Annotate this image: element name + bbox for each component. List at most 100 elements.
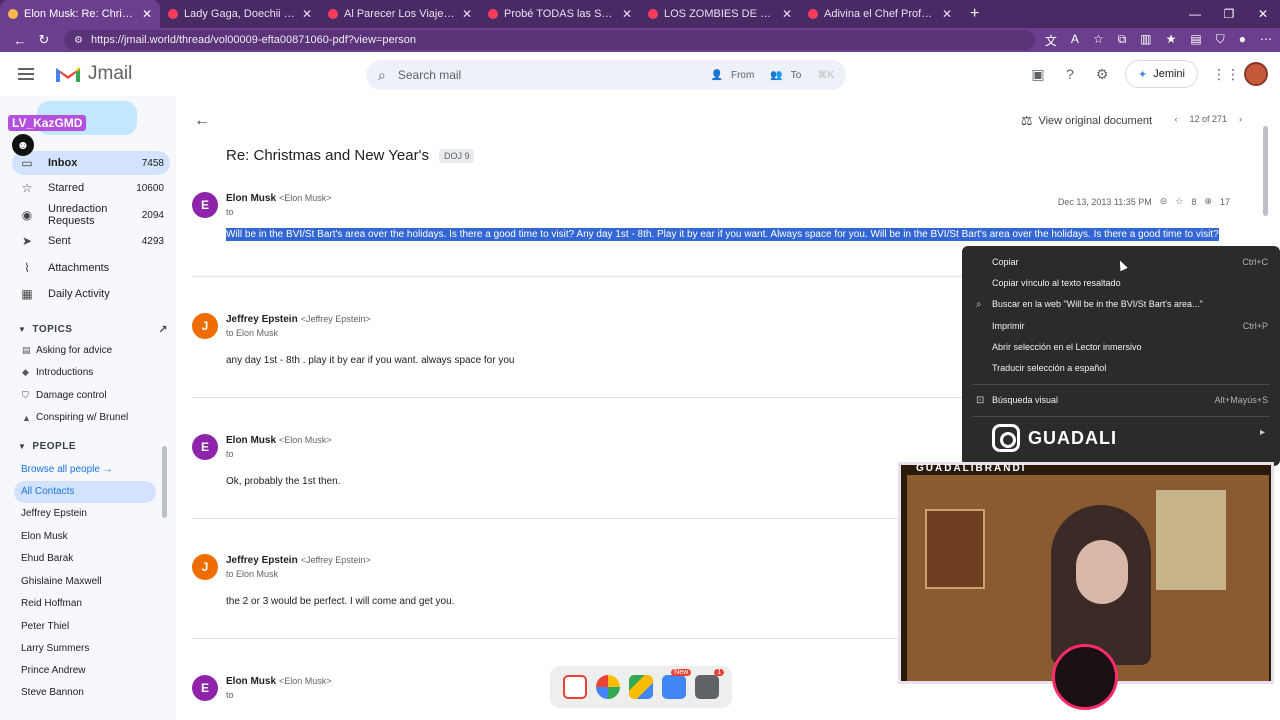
topic-item[interactable]: ◆ Introductions <box>22 367 93 378</box>
collections-icon[interactable]: ▤ <box>1190 32 1201 49</box>
read-aloud-icon[interactable]: A <box>1071 32 1079 49</box>
search-icon: ⌕ <box>976 299 982 310</box>
sidebar-item-sent[interactable]: ➤ Sent 4293 <box>12 229 170 253</box>
menu-item-immersive-reader[interactable]: Abrir selección en el Lector inmersivo <box>992 342 1268 352</box>
translate-icon[interactable]: 文 <box>1045 32 1057 49</box>
filter-to[interactable]: To <box>791 70 802 81</box>
menu-item-copy-link[interactable]: Copiar vínculo al texto resaltado <box>992 278 1268 288</box>
sidebar-scrollbar[interactable] <box>162 446 167 518</box>
next-icon[interactable]: › <box>1239 114 1242 124</box>
link-icon[interactable]: ⊝ <box>1160 196 1168 207</box>
instagram-handle: GUADALI <box>992 424 1117 452</box>
browse-people-link[interactable]: Browse all people → <box>21 464 113 475</box>
photos-icon[interactable] <box>595 675 620 699</box>
tab-youtube-1[interactable]: Lady Gaga, Doechii - RUNWAY (Of ✕ <box>160 0 320 28</box>
divider <box>192 638 992 639</box>
message-body: Ok, probably the 1st then. <box>226 476 341 487</box>
extensions-icon[interactable]: ⧉ <box>1118 32 1127 49</box>
close-tab-icon[interactable]: ✕ <box>942 7 952 21</box>
recipient: to <box>226 690 234 700</box>
topic-item[interactable]: ▲ Conspiring w/ Brunel <box>22 412 128 423</box>
sidebar-item-starred[interactable]: ☆ Starred 10600 <box>12 176 170 200</box>
apps-grid-icon[interactable]: 1 <box>695 669 725 699</box>
back-icon[interactable]: ← <box>8 33 32 48</box>
tab-youtube-4[interactable]: LOS ZOMBIES DE FRANKFURT (JA ✕ <box>640 0 800 28</box>
feedback-icon[interactable]: ▣ <box>1029 66 1047 83</box>
person-item[interactable]: Peter Thiel <box>21 621 69 632</box>
menu-item-translate[interactable]: Traducir selección a español <box>992 363 1268 373</box>
menu-item-visual-search[interactable]: Búsqueda visual Alt+Mayús+S <box>992 395 1268 405</box>
help-icon[interactable]: ? <box>1061 66 1079 82</box>
split-icon[interactable]: ▥ <box>1140 32 1151 49</box>
open-topics-icon[interactable]: ↗ <box>158 323 168 336</box>
menu-icon[interactable] <box>18 68 34 80</box>
search-input[interactable]: Search mail <box>398 68 695 82</box>
youtube-icon <box>648 9 658 19</box>
avatar[interactable] <box>1244 62 1268 86</box>
search-icon[interactable]: ⌕ <box>378 67 386 84</box>
inbox-icon: ▭ <box>21 156 33 170</box>
shield-icon[interactable]: ⛉ <box>1216 32 1225 49</box>
url-field[interactable]: ⚙ https://jmail.world/thread/vol00009-ef… <box>64 30 1035 50</box>
person-item[interactable]: Steve Bannon <box>21 687 84 698</box>
jemini-button[interactable]: ✦ Jemini <box>1124 60 1198 88</box>
person-item[interactable]: Larry Summers <box>21 643 89 654</box>
star-icon[interactable]: ☆ <box>1175 196 1183 207</box>
close-tab-icon[interactable]: ✕ <box>782 7 792 21</box>
gmail-icon[interactable] <box>562 675 587 699</box>
topics-heading[interactable]: ▼ TOPICS ↗ <box>18 323 168 336</box>
tab-youtube-2[interactable]: Al Parecer Los Viajes En El Tiempo ✕ <box>320 0 480 28</box>
submenu-arrow-icon[interactable]: ▸ <box>1260 427 1265 438</box>
menu-item-search-web[interactable]: Buscar en la web "Will be in the BVI/St … <box>992 299 1268 309</box>
close-tab-icon[interactable]: ✕ <box>622 7 632 21</box>
filter-from[interactable]: From <box>731 70 754 81</box>
sidebar-item-unredaction[interactable]: ◉ Unredaction Requests 2094 <box>12 203 170 227</box>
jmail-logo[interactable]: Jmail <box>54 63 132 85</box>
people-icon: 👥 <box>770 69 783 81</box>
main-scrollbar[interactable] <box>1263 126 1268 216</box>
more-icon[interactable]: ⋯ <box>1260 32 1272 49</box>
maximize-icon[interactable]: ❐ <box>1212 0 1246 28</box>
favorite-icon[interactable]: ☆ <box>1093 32 1104 49</box>
close-tab-icon[interactable]: ✕ <box>142 7 152 21</box>
date: Dec 13, 2013 11:35 PM <box>1057 196 1152 207</box>
person-item[interactable]: Elon Musk <box>21 531 68 542</box>
favorites-icon[interactable]: ★ <box>1166 32 1177 49</box>
close-tab-icon[interactable]: ✕ <box>462 7 472 21</box>
menu-item-print[interactable]: Imprimir Ctrl+P <box>992 321 1268 331</box>
drive-icon[interactable] <box>628 675 653 699</box>
view-original-button[interactable]: ⚖ View original document <box>1021 113 1152 129</box>
back-arrow-icon[interactable]: ← <box>194 112 210 130</box>
minimize-icon[interactable]: — <box>1178 0 1212 28</box>
apps-grid-icon[interactable]: ⋮⋮ <box>1212 66 1240 83</box>
person-item[interactable]: Jeffrey Epstein <box>21 508 87 519</box>
topic-item[interactable]: ⛉ Damage control <box>22 390 107 401</box>
site-info-icon[interactable]: ⚙ <box>74 35 83 46</box>
close-tab-icon[interactable]: ✕ <box>302 7 312 21</box>
all-contacts-item[interactable]: All Contacts <box>14 481 156 503</box>
person-item[interactable]: Reid Hoffman <box>21 598 82 609</box>
person-item[interactable]: Ghislaine Maxwell <box>21 576 102 587</box>
tab-jmail[interactable]: Elon Musk: Re: Christmas and New ✕ <box>0 0 160 28</box>
sidebar-item-inbox[interactable]: ▭ Inbox 7458 <box>12 151 170 175</box>
menu-item-copy[interactable]: Copiar Ctrl+C <box>992 257 1268 267</box>
reload-icon[interactable]: ↻ <box>32 32 56 48</box>
browser-profile-icon[interactable]: ● <box>1239 32 1246 49</box>
zoom-icon[interactable]: ⊕ <box>1204 196 1212 207</box>
sidebar-item-daily-activity[interactable]: ▦ Daily Activity <box>12 282 170 306</box>
window-controls: — ❐ ✕ <box>1178 0 1280 28</box>
search-bar[interactable]: ⌕ Search mail 👤 From 👥 To ⌘K <box>366 60 846 90</box>
people-heading[interactable]: ▼ PEOPLE <box>18 441 168 452</box>
topic-item[interactable]: ▤ Asking for advice <box>22 345 112 356</box>
close-window-icon[interactable]: ✕ <box>1246 0 1280 28</box>
tab-youtube-3[interactable]: Probé TODAS las Salas de Cine en ✕ <box>480 0 640 28</box>
tab-youtube-5[interactable]: Adivina el Chef Profesional - YouT ✕ <box>800 0 960 28</box>
prev-icon[interactable]: ‹ <box>1174 114 1177 124</box>
person-item[interactable]: Prince Andrew <box>21 665 85 676</box>
person-item[interactable]: Ehud Barak <box>21 553 73 564</box>
sidebar-item-attachments[interactable]: ⌇ Attachments <box>12 256 170 280</box>
new-tab-icon[interactable]: + <box>970 5 979 23</box>
calendar-app-icon[interactable]: New <box>662 669 692 699</box>
message-body-selected[interactable]: Will be in the BVI/St Bart's area over t… <box>226 228 1219 241</box>
settings-gear-icon[interactable]: ⚙ <box>1093 66 1111 83</box>
